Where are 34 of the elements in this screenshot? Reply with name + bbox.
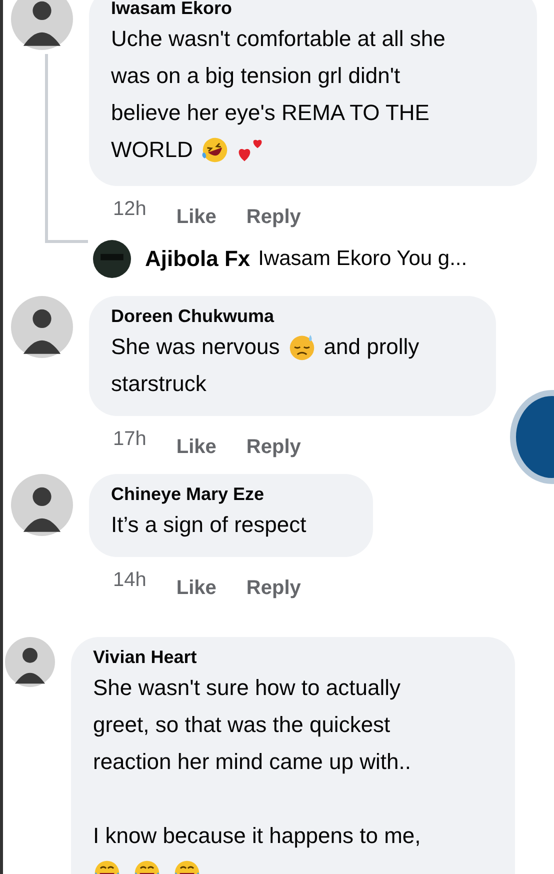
author-name[interactable]: Doreen Chukwuma — [111, 304, 474, 328]
comment-text: She was nervous — [111, 334, 280, 360]
comment-text: starstruck — [111, 370, 206, 396]
reply-preview[interactable]: Iwasam Ekoro You g... — [258, 247, 468, 271]
comment-text: I know because it happens to me, — [93, 822, 421, 848]
comment-text: WORLD — [111, 136, 193, 162]
comment-text: was on a big tension grl didn't — [111, 62, 400, 88]
comment-text: believe her eye's REMA TO THE — [111, 100, 430, 126]
comment-time: 17h — [113, 428, 146, 452]
avatar[interactable] — [93, 240, 131, 278]
like-link[interactable]: Like — [176, 569, 216, 607]
author-name[interactable]: Ajibola Fx — [145, 246, 250, 272]
sweat-face-icon — [288, 332, 316, 360]
avatar[interactable] — [11, 0, 73, 50]
comment-time: 14h — [113, 569, 146, 593]
avatar[interactable] — [11, 296, 73, 358]
comment-text: greet, so that was the quickest — [93, 712, 390, 738]
like-link[interactable]: Like — [176, 198, 216, 236]
avatar[interactable] — [11, 474, 73, 536]
reply-link[interactable]: Reply — [246, 428, 301, 466]
comment-time: 12h — [113, 198, 146, 222]
author-name[interactable]: Vivian Heart — [93, 645, 493, 669]
reply-link[interactable]: Reply — [246, 198, 301, 236]
author-name[interactable]: Chineye Mary Eze — [111, 482, 351, 506]
comment-text: and prolly — [324, 334, 420, 360]
laughing-face-icon — [200, 136, 229, 164]
comment-text: reaction her mind came up with.. — [93, 748, 411, 774]
like-link[interactable]: Like — [176, 428, 216, 466]
reply-link[interactable]: Reply — [246, 569, 301, 607]
author-name[interactable]: Iwasam Ekoro — [111, 0, 515, 20]
comment-text: She wasn't sure how to actually — [93, 674, 400, 700]
avatar[interactable] — [5, 637, 55, 687]
comment-text: It’s a sign of respect — [111, 512, 306, 538]
comment-text: Uche wasn't comfortable at all she — [111, 26, 446, 52]
